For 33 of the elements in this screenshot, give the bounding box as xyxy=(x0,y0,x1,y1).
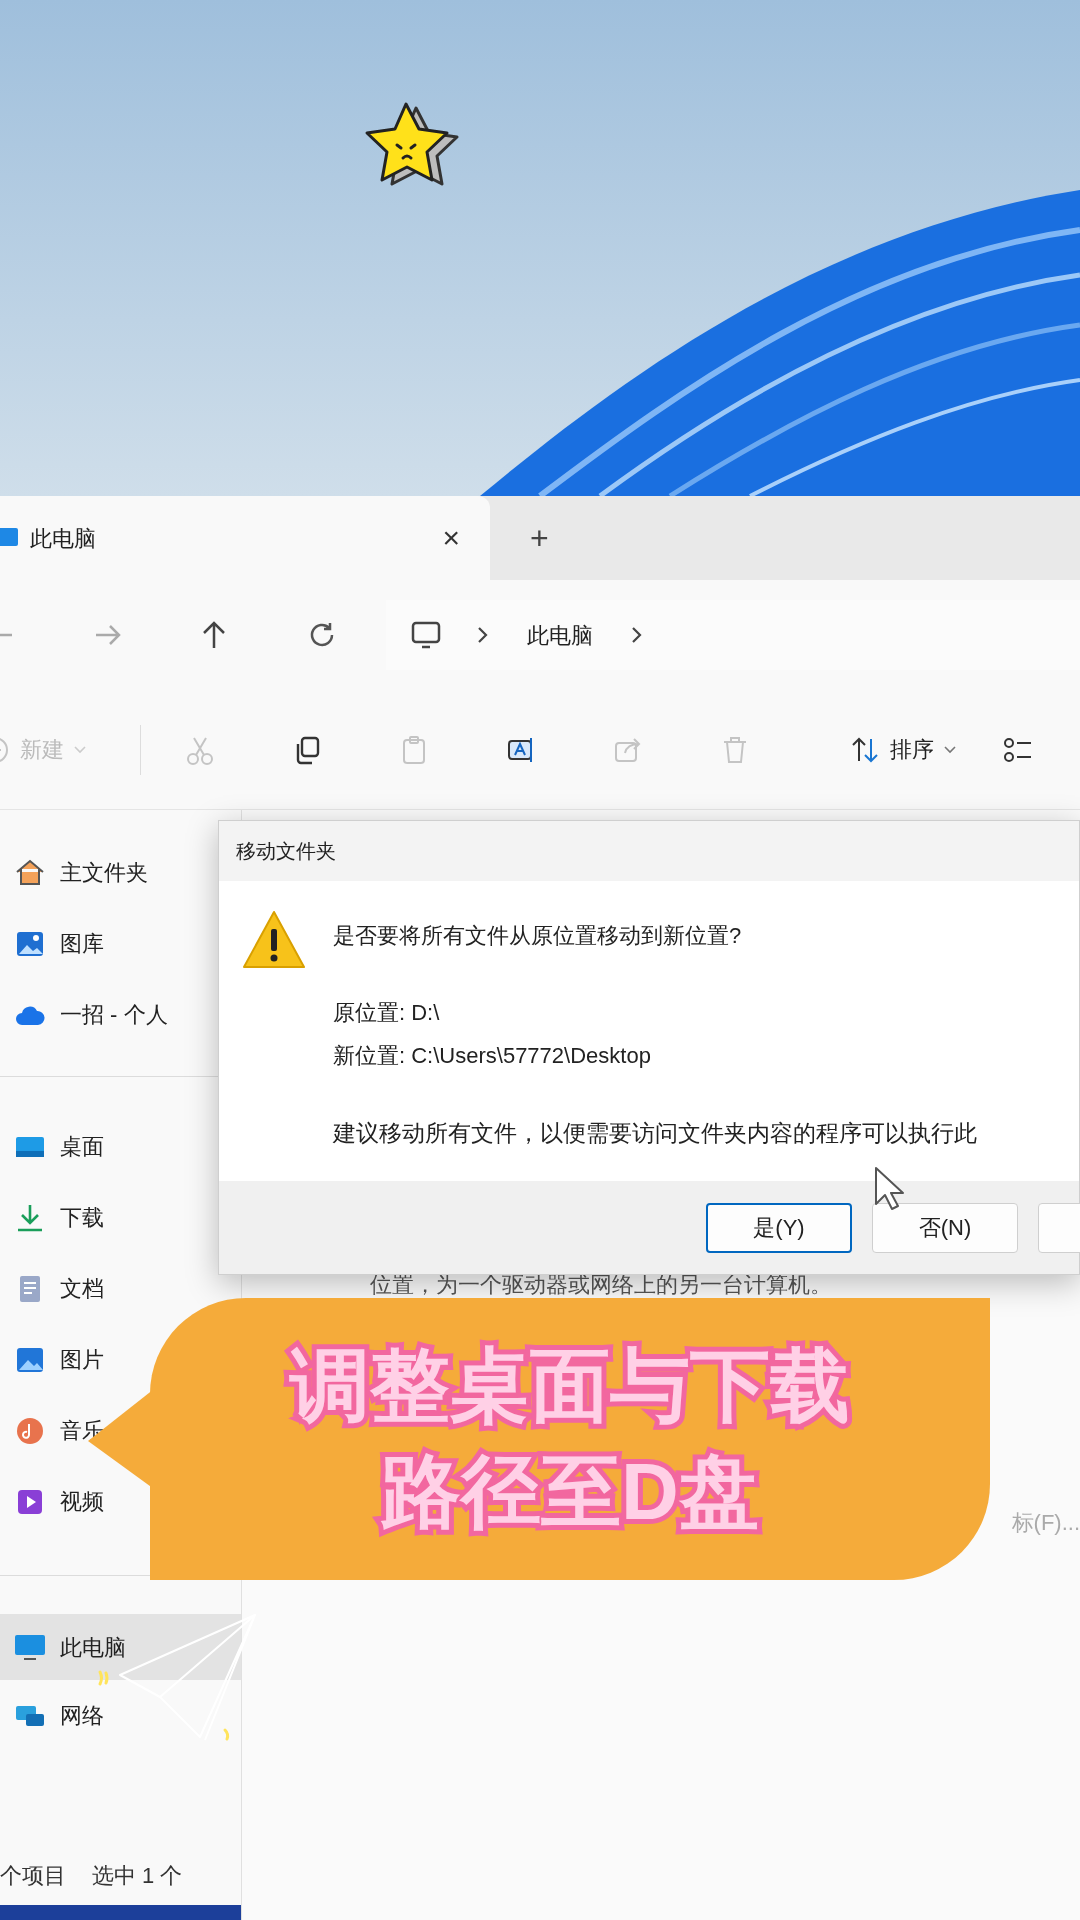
tab-title: 此电脑 xyxy=(30,524,96,553)
dialog-note: 建议移动所有文件，以便需要访问文件夹内容的程序可以执行此 xyxy=(333,1119,977,1148)
sidebar-item[interactable]: 视频 xyxy=(0,1466,108,1537)
sidebar-item[interactable]: 图库 xyxy=(0,908,108,979)
sidebar-item[interactable]: 文档 xyxy=(0,1253,108,1324)
refresh-icon[interactable] xyxy=(308,621,336,649)
sidebar-item[interactable]: 图片 xyxy=(0,1324,108,1395)
dialog-question: 是否要将所有文件从原位置移动到新位置? xyxy=(333,922,743,950)
breadcrumb[interactable]: 此电脑 xyxy=(527,618,593,652)
status-text: 个项目 xyxy=(0,1861,66,1890)
dialog-button[interactable]: 是(Y) xyxy=(706,1202,852,1253)
sidebar-item[interactable]: 桌面 xyxy=(0,1111,108,1182)
new-tab-button[interactable]: + xyxy=(530,522,549,554)
button-label: 标(F)... xyxy=(1011,1509,1080,1537)
sidebar-item[interactable]: 下载 xyxy=(0,1182,108,1253)
warning-icon xyxy=(241,909,307,971)
sidebar-item[interactable]: 此电脑 xyxy=(0,1614,241,1680)
sidebar-item[interactable]: 主文件夹 xyxy=(0,837,152,908)
close-tab-button[interactable]: × xyxy=(442,523,460,553)
dialog-title: 移动文件夹 xyxy=(236,839,336,864)
computer-icon xyxy=(411,620,441,650)
tab[interactable]: 此电脑 × xyxy=(0,496,490,580)
chevron-icon xyxy=(477,626,489,644)
status-text: 选中 1 个 xyxy=(92,1861,183,1890)
sort-button[interactable]: 排序 xyxy=(828,719,978,780)
dialog-button[interactable]: 否(N) xyxy=(872,1202,1018,1253)
sidebar-item[interactable]: 网络 xyxy=(0,1680,108,1751)
dialog-detail: 原位置: D:\ xyxy=(333,999,441,1027)
sidebar-item[interactable]: 一招 - 个人 xyxy=(0,979,172,1050)
chevron-icon xyxy=(631,626,643,644)
caret-icon xyxy=(944,745,956,754)
caret-icon xyxy=(74,745,86,754)
dialog-detail: 新位置: C:\Users\57772\Desktop xyxy=(333,1042,652,1070)
